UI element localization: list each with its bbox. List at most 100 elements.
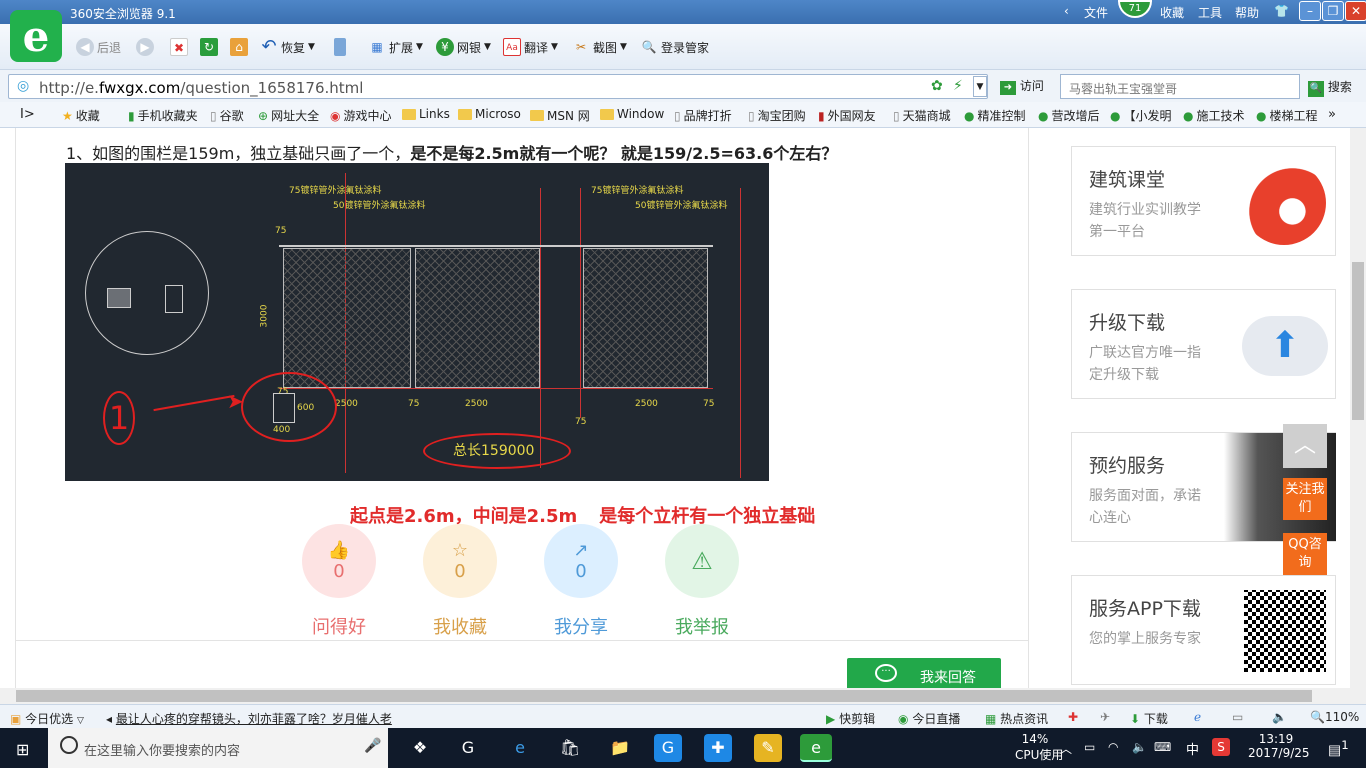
horizontal-scroll-thumb[interactable] — [16, 690, 1312, 702]
bank-button[interactable]: ¥ 网银 ▼ — [436, 38, 491, 56]
pin-icon[interactable]: ✈ — [1100, 710, 1110, 724]
chevron-down-icon[interactable]: ▼ — [973, 76, 987, 97]
sidebar-card-course[interactable]: 建筑课堂 建筑行业实训教学第一平台 — [1071, 146, 1336, 256]
hot-news[interactable]: ▦ 热点资讯 — [985, 710, 1048, 727]
zoom-level[interactable]: 🔍110% — [1310, 710, 1359, 724]
bookmark-favorites[interactable]: ★ 收藏 — [62, 107, 100, 124]
volume-icon[interactable]: 🔈 — [1132, 740, 1147, 754]
battery-icon[interactable]: ▭ — [1084, 740, 1095, 754]
bookmark-vat[interactable]: ● 营改增后 — [1038, 107, 1100, 124]
bookmark-mobile[interactable]: ▮ 手机收藏夹 — [128, 107, 198, 124]
volume-icon[interactable]: 🔈 — [1272, 710, 1287, 724]
like-action[interactable]: 👍 0 问得好 — [302, 524, 376, 639]
mobile-button[interactable] — [334, 38, 346, 56]
bookmark-google[interactable]: ▯ 谷歌 — [210, 107, 244, 124]
bookmark-game[interactable]: ◉ 游戏中心 — [330, 107, 392, 124]
favorite-action[interactable]: ☆ 0 我收藏 — [423, 524, 497, 639]
ie-icon[interactable]: ℯ — [1194, 710, 1201, 724]
refresh-button[interactable]: ↻ — [200, 38, 218, 56]
quick-edit[interactable]: ▶ 快剪辑 — [826, 710, 875, 727]
today-live[interactable]: ◉ 今日直播 — [898, 710, 960, 727]
bookmark-foreign[interactable]: ▮ 外国网友 — [818, 107, 876, 124]
answer-button[interactable]: ··· 我来回答 — [847, 658, 1001, 690]
keyboard-icon[interactable]: ⌨ — [1154, 740, 1171, 754]
login-manager-button[interactable]: 🔍 登录管家 — [640, 38, 710, 56]
total-length-label: 总长159000 — [453, 443, 535, 459]
sidebar-card-app[interactable]: 服务APP下载 您的掌上服务专家 — [1071, 575, 1336, 685]
bookmark-hao[interactable]: ⊕ 网址大全 — [258, 107, 319, 124]
download-button[interactable]: ⬇ 下载 — [1130, 710, 1168, 727]
cpu-usage[interactable]: 14% CPU使用 — [1015, 732, 1063, 763]
bookmark-taobao[interactable]: ▯ 淘宝团购 — [748, 107, 806, 124]
notification-icon[interactable]: ▤1 — [1328, 738, 1349, 759]
store-icon[interactable]: 🛍 — [556, 734, 584, 762]
taskbar-search[interactable]: 在这里输入你要搜索的内容 🎤 — [48, 728, 388, 768]
input-language[interactable]: 中 — [1186, 739, 1199, 758]
bookmark-links[interactable]: Links — [402, 107, 450, 121]
red-grid-line — [740, 188, 741, 478]
bookmark-stairs[interactable]: ● 楼梯工程 — [1256, 107, 1318, 124]
file-explorer-icon[interactable]: 📁 — [606, 734, 634, 762]
microphone-icon[interactable]: 🎤 — [364, 738, 381, 754]
skin-icon[interactable]: 👕 — [1274, 4, 1289, 18]
translate-button[interactable]: Aa 翻译 ▼ — [503, 38, 558, 56]
notes-icon[interactable]: ✎ — [754, 734, 782, 762]
wifi-icon[interactable]: ◠ — [1108, 740, 1118, 754]
start-button[interactable]: ⊞ — [0, 728, 48, 768]
qq-consult-button[interactable]: QQ咨询 — [1283, 533, 1327, 575]
bookmark-windows[interactable]: Window — [600, 107, 664, 121]
app-g-icon[interactable]: G — [654, 734, 682, 762]
news-ticker[interactable]: ◂ 最让人心疼的穿帮镜头，刘亦菲露了啥？岁月催人老 — [106, 710, 392, 727]
cad-drawing[interactable]: 75镀锌管外涂氟钛涂料 50镀锌管外涂氟钛涂料 75镀锌管外涂氟钛涂料 50镀锌… — [65, 163, 769, 481]
task-view-icon[interactable]: ❖ — [406, 734, 434, 762]
vertical-scroll-thumb[interactable] — [1352, 262, 1364, 420]
shield-icon[interactable]: ✿ — [931, 78, 943, 94]
app-plus-icon[interactable]: ✚ — [704, 734, 732, 762]
scissors-icon: ✂ — [575, 40, 587, 54]
follow-us-button[interactable]: 关注我们 — [1283, 478, 1327, 520]
window-icon[interactable]: ▭ — [1232, 710, 1243, 724]
close-button[interactable]: ✕ — [1345, 1, 1366, 21]
menu-tools[interactable]: 工具 — [1198, 4, 1222, 21]
bookmark-msn[interactable]: MSN 网 — [530, 107, 590, 124]
sidebar-toggle-icon[interactable]: I> — [20, 107, 35, 122]
address-bar[interactable]: ◎ http://e.fwxgx.com/question_1658176.ht… — [8, 74, 988, 99]
more-bookmarks-icon[interactable]: » — [1328, 107, 1336, 122]
forward-button[interactable]: ▶ — [136, 38, 154, 56]
home-button[interactable]: ⌂ — [230, 38, 248, 56]
minimize-button[interactable]: – — [1299, 1, 1321, 21]
sidebar-card-upgrade[interactable]: 升级下载 广联达官方唯一指定升级下载 ⬆ — [1071, 289, 1336, 399]
menu-file[interactable]: 文件 — [1084, 4, 1108, 21]
today-picks[interactable]: ▣ 今日优选 ▽ — [10, 710, 84, 727]
plus-icon[interactable]: ✚ — [1068, 710, 1078, 724]
fence-top-rail — [279, 245, 713, 247]
search-button[interactable]: 🔍 搜索 — [1308, 78, 1352, 97]
bookmark-tmall[interactable]: ▯ 天猫商城 — [893, 107, 951, 124]
extend-button[interactable]: ▦ 扩展 ▼ — [368, 38, 423, 56]
bookmark-construction[interactable]: ● 施工技术 — [1183, 107, 1245, 124]
search-input[interactable]: 马蓉出轨王宝强堂哥 — [1060, 74, 1300, 99]
tray-expand-icon[interactable]: ︿ — [1060, 740, 1072, 757]
share-action[interactable]: ↗ 0 我分享 — [544, 524, 618, 639]
bookmark-microsoft[interactable]: Microso — [458, 107, 521, 121]
bookmark-brand[interactable]: ▯ 品牌打折 — [674, 107, 732, 124]
arrow-left-icon[interactable]: ‹ — [1064, 4, 1069, 18]
bookmark-precise[interactable]: ● 精准控制 — [964, 107, 1026, 124]
bookmark-invention[interactable]: ● 【小发明 — [1110, 107, 1172, 124]
restore-button[interactable]: ↶ 恢复 ▼ — [260, 38, 314, 56]
lightning-icon[interactable]: ⚡ — [953, 78, 963, 94]
back-to-top-button[interactable]: ︿ — [1283, 424, 1327, 468]
screenshot-button[interactable]: ✂ 截图 ▼ — [572, 38, 627, 56]
browser-360-icon[interactable]: G — [454, 734, 482, 762]
visit-button[interactable]: ➜ 访问 — [1000, 77, 1044, 95]
stop-button[interactable]: ✖ — [170, 38, 188, 56]
back-button[interactable]: ◀ 后退 — [76, 38, 121, 56]
menu-favorites[interactable]: 收藏 — [1160, 4, 1184, 21]
sogou-icon[interactable]: S — [1212, 738, 1230, 756]
clock[interactable]: 13:19 2017/9/25 — [1248, 732, 1310, 760]
maximize-button[interactable]: ❐ — [1322, 1, 1344, 21]
menu-help[interactable]: 帮助 — [1235, 4, 1259, 21]
edge-icon[interactable]: e — [506, 734, 534, 762]
browser-360se-icon[interactable]: e — [800, 734, 832, 762]
report-action[interactable]: ⚠ 我举报 — [665, 524, 739, 639]
